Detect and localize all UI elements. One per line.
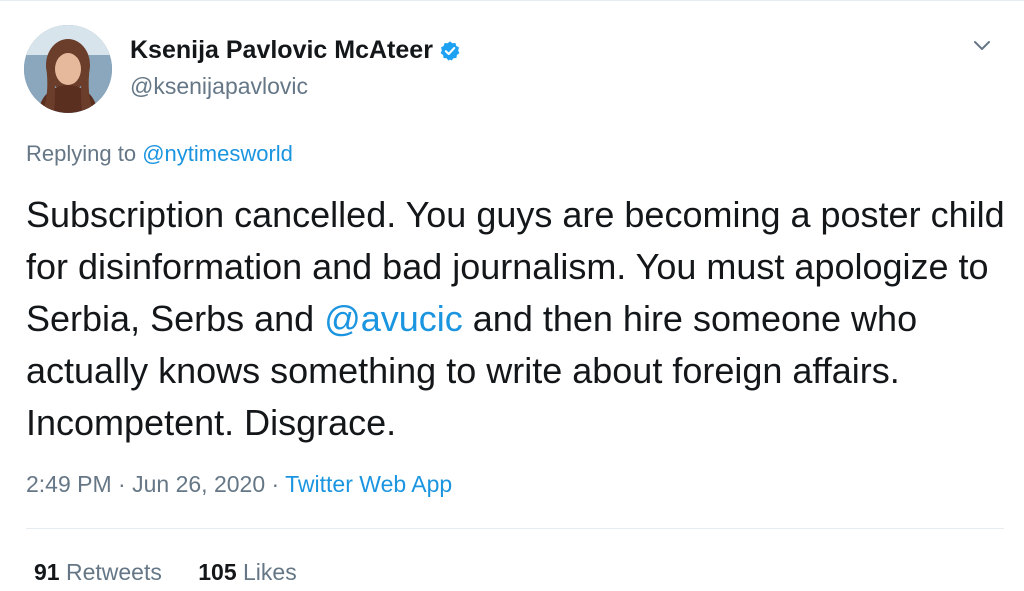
tweet-date[interactable]: Jun 26, 2020	[132, 471, 265, 497]
user-names: Ksenija Pavlovic McAteer @ksenijapavlovi…	[130, 35, 461, 101]
tweet-stats: 91 Retweets 105 Likes	[34, 559, 327, 586]
verified-badge-icon	[439, 39, 461, 61]
display-name[interactable]: Ksenija Pavlovic McAteer	[130, 35, 433, 65]
user-handle[interactable]: @ksenijapavlovic	[130, 71, 461, 101]
reply-mention-link[interactable]: @nytimesworld	[142, 141, 293, 166]
retweets-count: 91	[34, 559, 60, 585]
tweet-card: Ksenija Pavlovic McAteer @ksenijapavlovi…	[0, 0, 1024, 591]
mention-link[interactable]: @avucic	[324, 298, 463, 339]
retweets-stat[interactable]: 91 Retweets	[34, 559, 162, 585]
tweet-header: Ksenija Pavlovic McAteer @ksenijapavlovi…	[24, 25, 1004, 115]
tweet-time[interactable]: 2:49 PM	[26, 471, 112, 497]
replying-to: Replying to @nytimesworld	[26, 141, 293, 167]
divider	[26, 528, 1004, 529]
avatar[interactable]	[24, 25, 112, 113]
tweet-text: Subscription cancelled. You guys are bec…	[26, 189, 1011, 449]
likes-count: 105	[198, 559, 237, 585]
retweets-label: Retweets	[65, 559, 162, 585]
tweet-meta: 2:49 PM · Jun 26, 2020 · Twitter Web App	[26, 471, 452, 498]
tweet-source-link[interactable]: Twitter Web App	[285, 471, 452, 497]
meta-separator: ·	[111, 471, 133, 497]
chevron-down-icon[interactable]	[972, 39, 992, 53]
likes-label: Likes	[243, 559, 297, 585]
likes-stat[interactable]: 105 Likes	[198, 559, 296, 585]
meta-separator: ·	[265, 471, 286, 497]
display-name-row[interactable]: Ksenija Pavlovic McAteer	[130, 35, 461, 65]
replying-prefix: Replying to	[26, 141, 137, 166]
